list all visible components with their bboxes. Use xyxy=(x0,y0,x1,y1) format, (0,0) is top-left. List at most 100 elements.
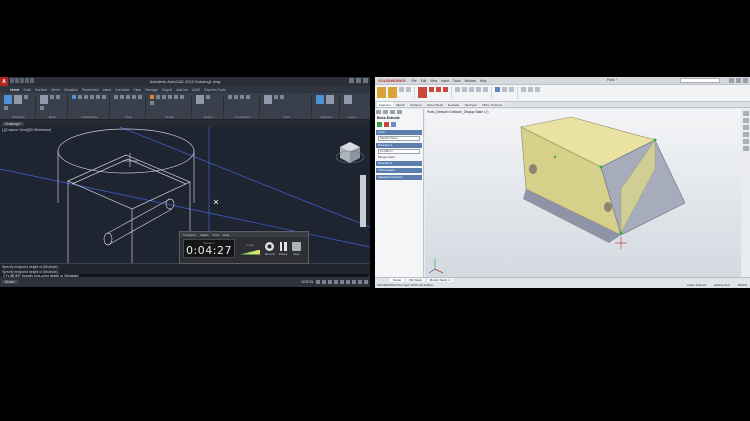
tab-sheet-metal[interactable]: Sheet Metal xyxy=(424,102,445,107)
customize-icon[interactable] xyxy=(364,280,368,284)
graphics-area[interactable] xyxy=(425,109,741,277)
search-input[interactable] xyxy=(680,78,720,83)
custom-properties-icon[interactable] xyxy=(743,146,749,151)
section-direction-1[interactable]: Direction 1 xyxy=(376,143,422,148)
fillet-icon[interactable] xyxy=(180,95,184,99)
move-icon[interactable] xyxy=(150,95,154,99)
grid-icon[interactable] xyxy=(316,280,320,284)
extrude-icon[interactable] xyxy=(14,95,22,104)
tab-annotate[interactable]: Annotate xyxy=(115,88,129,92)
mesh-icon[interactable] xyxy=(56,95,60,99)
fillet-icon[interactable] xyxy=(455,87,460,92)
tab-express[interactable]: Express Tools xyxy=(204,88,226,92)
view-palette-icon[interactable] xyxy=(743,132,749,137)
section-thin-feature[interactable]: Thin Feature xyxy=(376,168,422,173)
solidworks-logo[interactable]: SOLIDWORKS xyxy=(378,78,406,83)
shell-icon[interactable] xyxy=(483,87,488,92)
record-button[interactable]: Record xyxy=(265,241,275,256)
design-library-icon[interactable] xyxy=(743,118,749,123)
tool-icon[interactable] xyxy=(535,87,540,92)
new-file-icon[interactable] xyxy=(10,78,14,83)
smooth-icon[interactable] xyxy=(24,95,28,99)
hole-wizard-icon[interactable] xyxy=(429,87,434,92)
preview-icon[interactable] xyxy=(391,122,396,127)
subtract-icon[interactable] xyxy=(78,95,82,99)
mirror-icon[interactable] xyxy=(174,95,178,99)
circle-icon[interactable] xyxy=(126,95,130,99)
osnap-icon[interactable] xyxy=(340,280,344,284)
ucs-icon[interactable] xyxy=(246,95,250,99)
merge-result-checkbox[interactable]: Merge result xyxy=(378,155,420,159)
tab-features[interactable]: Features xyxy=(377,102,393,107)
ok-icon[interactable] xyxy=(377,122,382,127)
visual-style-icon[interactable] xyxy=(264,95,272,104)
resources-icon[interactable] xyxy=(743,111,749,116)
tab-motion-study[interactable]: Motion Study 1 xyxy=(426,278,453,282)
ucs-icon[interactable] xyxy=(240,95,244,99)
lineweight-icon[interactable] xyxy=(346,280,350,284)
section-from[interactable]: From xyxy=(376,130,422,135)
annotation-scale-icon[interactable] xyxy=(352,280,356,284)
tab-solid[interactable]: Solid xyxy=(23,88,31,92)
recording-timer-window[interactable]: Configure Status Time Help Duration 0:04… xyxy=(179,231,309,264)
tab-manage[interactable]: Manage xyxy=(145,88,158,92)
redo-icon[interactable] xyxy=(30,78,34,83)
command-window[interactable]: Specify endpoint height or [Multiple]: S… xyxy=(0,263,370,279)
tab-3d-views[interactable]: 3D Views xyxy=(406,278,425,282)
menu-help[interactable]: Help xyxy=(480,79,487,83)
menu-insert[interactable]: Insert xyxy=(441,79,449,83)
feature-tree-tab-icon[interactable] xyxy=(376,110,381,114)
property-manager-tab-icon[interactable] xyxy=(383,110,388,114)
navigation-bar[interactable] xyxy=(360,175,366,227)
depth-input[interactable]: 10.00mm xyxy=(378,149,420,154)
section-selected-contours[interactable]: Selected Contours xyxy=(376,175,422,180)
presspull-icon[interactable] xyxy=(4,106,8,110)
view-icon[interactable] xyxy=(274,95,278,99)
close-icon[interactable] xyxy=(743,78,748,83)
menu-file[interactable]: File xyxy=(412,79,417,83)
section-plane-icon[interactable] xyxy=(196,95,204,104)
tab-office-products[interactable]: Office Products xyxy=(480,102,505,107)
menu-edit[interactable]: Edit xyxy=(421,79,427,83)
from-select[interactable]: Sketch Plane xyxy=(378,136,420,141)
pattern-icon[interactable] xyxy=(462,87,467,92)
section-icon[interactable] xyxy=(206,95,210,99)
viewcube-icon[interactable] xyxy=(335,142,365,164)
flyout-tree-item[interactable]: Part1 (Default<<Default>_Display State 1… xyxy=(427,110,488,114)
file-explorer-icon[interactable] xyxy=(743,125,749,130)
undo-icon[interactable] xyxy=(25,78,29,83)
tab-mesh[interactable]: Mesh xyxy=(51,88,60,92)
open-file-icon[interactable] xyxy=(15,78,19,83)
dimxpert-tab-icon[interactable] xyxy=(397,110,402,114)
array-icon[interactable] xyxy=(150,101,154,105)
tab-insert[interactable]: Insert xyxy=(103,88,112,92)
tool-icon[interactable] xyxy=(528,87,533,92)
snap-icon[interactable] xyxy=(322,280,326,284)
section-direction-2[interactable]: Direction 2 xyxy=(376,161,422,166)
smooth-object-icon[interactable] xyxy=(40,95,48,104)
curves-icon[interactable] xyxy=(502,87,507,92)
tab-view[interactable]: View xyxy=(133,88,141,92)
tab-addins[interactable]: Add-ins xyxy=(176,88,188,92)
tab-evaluate[interactable]: Evaluate xyxy=(445,102,462,107)
copy-icon[interactable] xyxy=(168,95,172,99)
pause-button[interactable]: Pause xyxy=(279,241,288,256)
maximize-icon[interactable] xyxy=(736,78,741,83)
cancel-icon[interactable] xyxy=(384,122,389,127)
tab-output[interactable]: Output xyxy=(162,88,173,92)
rectangle-icon[interactable] xyxy=(138,95,142,99)
ucs-icon[interactable] xyxy=(234,95,238,99)
menu-window[interactable]: Window xyxy=(465,79,476,83)
menu-view[interactable]: View xyxy=(430,79,437,83)
revolved-cut-icon[interactable] xyxy=(436,87,441,92)
tab-surface[interactable]: Surface xyxy=(35,88,47,92)
draft-icon[interactable] xyxy=(476,87,481,92)
rib-icon[interactable] xyxy=(469,87,474,92)
ucs-icon[interactable] xyxy=(228,95,232,99)
minimize-icon[interactable] xyxy=(729,78,734,83)
model-space-toggle[interactable]: MODEL xyxy=(302,280,314,284)
instant3d-icon[interactable] xyxy=(509,87,514,92)
minimize-icon[interactable] xyxy=(349,78,354,83)
view-icon[interactable] xyxy=(280,95,284,99)
extruded-cut-icon[interactable] xyxy=(418,87,427,98)
